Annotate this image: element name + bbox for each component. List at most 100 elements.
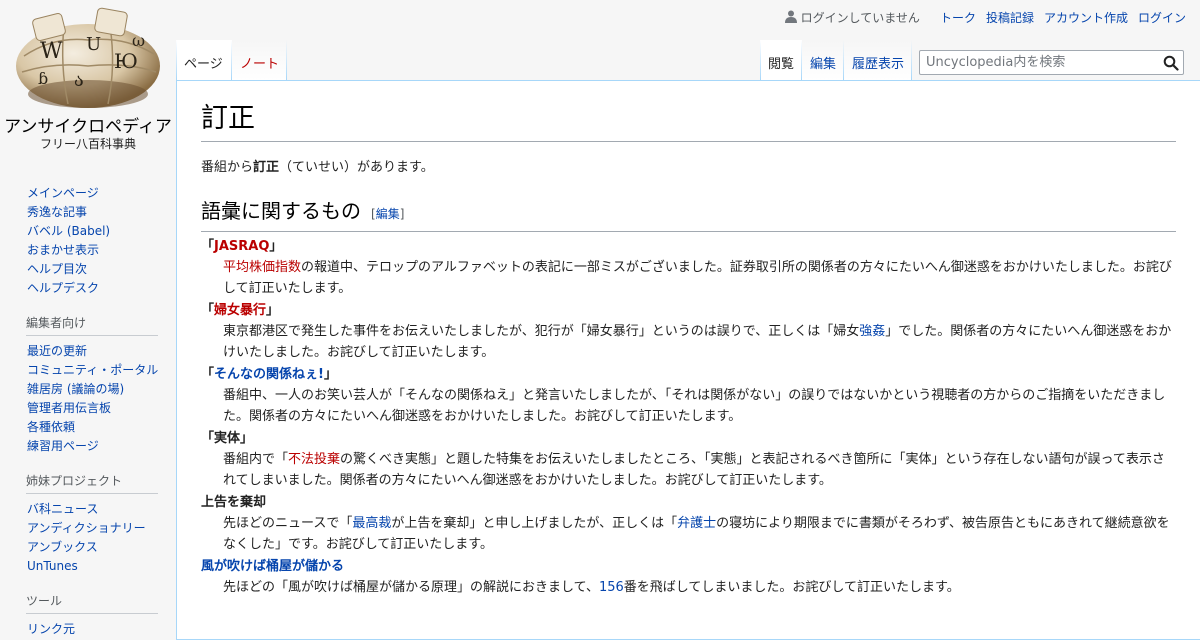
sidebar-item-news[interactable]: バ科ニュース [27, 500, 156, 519]
section-edit-link[interactable]: 編集 [376, 207, 400, 221]
intro-text-a: 番組から [201, 160, 254, 175]
portal-heading-tools: ツール [26, 592, 158, 614]
sidebar-item-dictionary[interactable]: アンディクショナリー [27, 519, 156, 538]
quote-open: 「 [201, 303, 215, 318]
tab-history[interactable]: 履歴表示 [844, 40, 912, 80]
puzzle-globe-logo: W U Ю ω ა ɓ [16, 7, 160, 108]
sidebar: メインページ 秀逸な記事 バベル (Babel) おまかせ表示 ヘルプ目次 ヘル… [0, 180, 176, 639]
term-appeal: 上告を棄却 [201, 495, 267, 510]
article-intro: 番組から訂正（ていせい）があります。 [201, 158, 1176, 178]
contributions-link[interactable]: 投稿記録 [986, 9, 1034, 26]
sidebar-item-help-contents[interactable]: ヘルプ目次 [27, 260, 156, 279]
definition-appeal: 先ほどのニュースで「最高裁が上告を棄却」と申し上げましたが、正しくは「弁護士の寝… [223, 513, 1176, 555]
tab-talk[interactable]: ノート [232, 40, 287, 80]
sidebar-item-community-portal[interactable]: コミュニティ・ポータル [27, 361, 158, 380]
term-wind-bucket: 風が吹けば桶屋が儲かる [201, 558, 1176, 576]
term-assault-link[interactable]: 婦女暴行 [214, 303, 266, 318]
quote-open: 「 [201, 239, 215, 254]
definition-list: 「JASRAQ」 平均株価指数の報道中、テロップのアルファベットの表記に一部ミス… [201, 238, 1176, 598]
definition-jasraq: 平均株価指数の報道中、テロップのアルファベットの表記に一部ミスがございました。証… [223, 257, 1176, 299]
sidebar-item-recent-changes[interactable]: 最近の更新 [27, 342, 156, 361]
tab-history-label: 履歴表示 [852, 57, 905, 72]
definition-text: 先ほどの「風が吹けば桶屋が儲かる原理」の解説におきまして、 [223, 580, 599, 595]
definition-text: が上告を棄却」と申し上げましたが、正しくは「 [391, 516, 678, 531]
supreme-court-link[interactable]: 最高裁 [352, 516, 391, 531]
article-content: 訂正 番組から訂正（ていせい）があります。 語彙に関するもの [編集] 「JASR… [176, 80, 1200, 640]
section-heading: 語彙に関するもの [編集] [201, 196, 1176, 232]
rape-link[interactable]: 強姦 [859, 324, 885, 339]
quote-close: 」 [266, 303, 280, 318]
svg-text:ა: ა [74, 70, 84, 91]
number-156-link[interactable]: 156 [599, 580, 624, 595]
nav-portal: メインページ 秀逸な記事 バベル (Babel) おまかせ表示 ヘルプ目次 ヘル… [27, 180, 156, 298]
sidebar-item-untunes[interactable]: UnTunes [27, 557, 156, 576]
svg-text:Ю: Ю [114, 49, 138, 73]
sidebar-item-village-pump[interactable]: 雑居房 (議論の場) [27, 380, 156, 399]
tab-edit-label: 編集 [810, 57, 837, 72]
sidebar-item-books[interactable]: アンブックス [27, 538, 156, 557]
stock-index-link[interactable]: 平均株価指数 [223, 260, 301, 275]
site-subtitle: フリー八百科事典 [39, 137, 136, 151]
tab-read-label: 閲覧 [768, 57, 795, 72]
definition-text: 先ほどのニュースで「 [223, 516, 353, 531]
definition-text: 東京都港区で発生した事件をお伝えいたしましたが、犯行が「婦女暴行」というのは誤り… [223, 324, 860, 339]
edit-bracket-close: ] [399, 207, 405, 221]
tab-page[interactable]: ページ [176, 40, 232, 80]
tab-page-label: ページ [184, 57, 223, 72]
svg-text:W: W [40, 39, 63, 64]
search-icon[interactable] [1163, 55, 1179, 75]
talk-link[interactable]: トーク [940, 9, 976, 26]
illegal-dumping-link[interactable]: 不法投棄 [288, 452, 340, 467]
svg-text:ω: ω [132, 31, 145, 50]
tools-portal: ツール リンク元 [26, 592, 158, 639]
tab-talk-label: ノート [240, 57, 280, 72]
site-title: アンサイクロペディア [4, 117, 172, 137]
login-link[interactable]: ログイン [1138, 9, 1186, 26]
sidebar-item-main-page[interactable]: メインページ [27, 184, 156, 203]
definition-text: 番組内で「 [223, 452, 289, 467]
portal-heading-editors: 編集者向け [26, 314, 158, 336]
sidebar-item-random[interactable]: おまかせ表示 [27, 241, 156, 260]
definition-text: 番組中、一人のお笑い芸人が「そんなの関係ねえ」と発言いたしましたが、「それは関係… [223, 388, 1166, 424]
term-assault: 「婦女暴行」 [201, 302, 1176, 320]
definition-assault: 東京都港区で発生した事件をお伝えいたしましたが、犯行が「婦女暴行」というのは誤り… [223, 321, 1176, 363]
sidebar-item-babel[interactable]: バベル (Babel) [27, 222, 156, 241]
search-box [919, 50, 1184, 75]
term-jasraq-link[interactable]: JASRAQ [214, 239, 269, 254]
search-input[interactable] [924, 54, 1158, 71]
not-logged-in-text: ログインしていません [800, 11, 920, 25]
definition-text: の驚くべき実態」と題した特集をお伝えいたしましたところ、「実態」と表記されるべき… [223, 452, 1165, 488]
sister-portal: 姉妹プロジェクト バ科ニュース アンディクショナリー アンブックス UnTune… [26, 472, 158, 576]
intro-text-c: （ていせい）があります。 [279, 160, 434, 175]
quote-open: 「 [201, 367, 215, 382]
section-title: 語彙に関するもの [201, 199, 361, 223]
term-sonnano: 「そんなの関係ねぇ!」 [201, 366, 1176, 384]
portal-heading-sister: 姉妹プロジェクト [26, 472, 158, 494]
definition-text: の報道中、テロップのアルファベットの表記に一部ミスがございました。証券取引所の関… [223, 260, 1172, 296]
term-wind-bucket-link[interactable]: 風が吹けば桶屋が儲かる [201, 559, 344, 574]
site-logo[interactable]: W U Ю ω ა ɓ アンサイクロペディア フリー八百科事典 [0, 0, 176, 160]
tab-read[interactable]: 閲覧 [760, 40, 802, 80]
sidebar-item-requests[interactable]: 各種依頼 [27, 418, 156, 437]
personal-tools: ログインしていません トーク 投稿記録 アカウント作成 ログイン [784, 9, 1186, 26]
definition-jittai: 番組内で「不法投棄の驚くべき実態」と題した特集をお伝えいたしましたところ、「実態… [223, 449, 1176, 491]
term-jasraq: 「JASRAQ」 [201, 238, 1176, 256]
term-jittai: 「実体」 [201, 431, 254, 446]
sidebar-item-featured[interactable]: 秀逸な記事 [27, 203, 156, 222]
sidebar-item-help-desk[interactable]: ヘルプデスク [27, 279, 156, 298]
page-title: 訂正 [201, 101, 1176, 142]
svg-text:ɓ: ɓ [38, 69, 48, 88]
sidebar-item-sandbox[interactable]: 練習用ページ [27, 437, 156, 456]
editors-portal: 編集者向け 最近の更新 コミュニティ・ポータル 雑居房 (議論の場) 管理者用伝… [26, 314, 158, 456]
sidebar-item-admin-board[interactable]: 管理者用伝言板 [27, 399, 156, 418]
quote-close: 」 [323, 367, 337, 382]
term-sonnano-link[interactable]: そんなの関係ねぇ! [214, 367, 324, 382]
tab-edit[interactable]: 編集 [802, 40, 844, 80]
section-edit: [編集] [371, 207, 404, 221]
lawyer-link[interactable]: 弁護士 [677, 516, 716, 531]
create-account-link[interactable]: アカウント作成 [1044, 9, 1128, 26]
svg-text:U: U [86, 34, 101, 55]
definition-wind-bucket: 先ほどの「風が吹けば桶屋が儲かる原理」の解説におきまして、156番を飛ばしてしま… [223, 577, 1176, 598]
user-icon [784, 10, 797, 26]
definition-text: 番を飛ばしてしまいました。お詫びして訂正いたします。 [623, 580, 960, 595]
